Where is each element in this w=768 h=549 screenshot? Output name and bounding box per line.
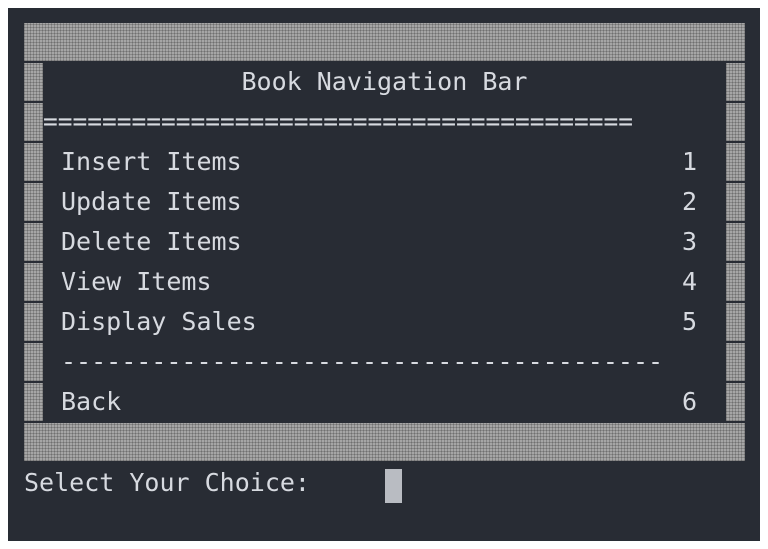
menu-item-view-items[interactable]: View Items 4 — [43, 262, 726, 302]
menu-item-label: Insert Items — [61, 147, 242, 176]
menu-left-border — [24, 183, 43, 221]
menu-right-border — [726, 63, 745, 101]
menu-left-border — [24, 343, 43, 381]
menu-right-border — [726, 343, 745, 381]
menu-item-update-items[interactable]: Update Items 2 — [43, 182, 726, 222]
menu-double-divider: ======================================== — [43, 107, 634, 136]
menu-item-label: Delete Items — [61, 227, 242, 256]
menu-left-border — [24, 103, 43, 141]
menu-item-number: 5 — [681, 307, 697, 336]
menu-left-border — [24, 143, 43, 181]
menu-right-border — [726, 383, 745, 421]
menu-title: Book Navigation Bar — [241, 67, 528, 96]
terminal-window: Book Navigation Bar ====================… — [8, 8, 760, 541]
menu-item-delete-items[interactable]: Delete Items 3 — [43, 222, 726, 262]
menu-left-border — [24, 263, 43, 301]
menu-single-divider: ---------------------------------------- — [61, 347, 664, 376]
menu-right-border — [726, 223, 745, 261]
choice-prompt: Select Your Choice: — [24, 468, 310, 497]
menu-item-label: Update Items — [61, 187, 242, 216]
menu-item-label: Back — [61, 387, 122, 416]
menu-item-label: Display Sales — [61, 307, 257, 336]
menu-item-back[interactable]: Back 6 — [43, 382, 726, 422]
menu-right-border — [726, 263, 745, 301]
menu-top-border — [24, 23, 745, 61]
menu-item-number: 6 — [681, 387, 697, 416]
menu-right-border — [726, 303, 745, 341]
menu-item-label: View Items — [61, 267, 212, 296]
menu-left-border — [24, 383, 43, 421]
menu-item-number: 4 — [681, 267, 697, 296]
menu-bottom-border — [24, 423, 745, 461]
menu-item-display-sales[interactable]: Display Sales 5 — [43, 302, 726, 342]
menu-right-border — [726, 143, 745, 181]
menu-right-border — [726, 183, 745, 221]
menu-item-insert-items[interactable]: Insert Items 1 — [43, 142, 726, 182]
menu-item-number: 3 — [681, 227, 697, 256]
menu-left-border — [24, 303, 43, 341]
text-cursor[interactable] — [385, 469, 402, 503]
menu-left-border — [24, 223, 43, 261]
menu-left-border — [24, 63, 43, 101]
menu-right-border — [726, 103, 745, 141]
menu-item-number: 2 — [681, 187, 697, 216]
menu-item-number: 1 — [681, 147, 697, 176]
